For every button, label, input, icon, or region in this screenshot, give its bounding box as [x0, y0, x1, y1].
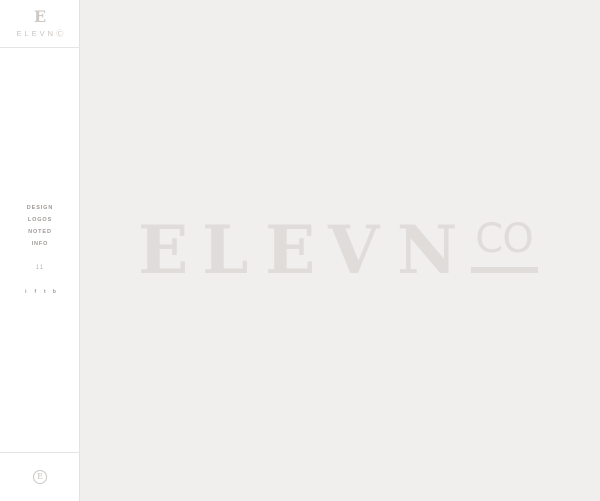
main-nav: DESIGN LOGOS NOTED INFO [0, 202, 80, 250]
brand-logo[interactable]: E ELEVNⒸ [0, 0, 80, 48]
hero-co-underline [471, 267, 538, 273]
brand-mark: E [33, 7, 47, 26]
sidebar: E ELEVNⒸ DESIGN LOGOS NOTED INFO 11 i f … [0, 0, 80, 501]
instagram-icon[interactable]: i [22, 289, 30, 295]
hero-letter-e1: E [138, 211, 189, 289]
hero-letter-v: V [328, 211, 380, 289]
twitter-icon[interactable]: t [41, 289, 49, 295]
hero-letter-n: N [397, 211, 458, 289]
social-links: i f t b [0, 289, 80, 295]
sidebar-footer: E [0, 452, 80, 501]
nav-item-logos[interactable]: LOGOS [0, 214, 80, 226]
footer-logo-badge[interactable]: E [33, 470, 47, 484]
brand-wordmark: ELEVNⒸ [16, 29, 67, 38]
eleven-mark: 11 [35, 265, 45, 271]
behance-icon[interactable]: b [50, 289, 58, 295]
nav-item-noted[interactable]: NOTED [0, 226, 80, 238]
nav-item-info[interactable]: INFO [0, 238, 80, 250]
nav-item-design[interactable]: DESIGN [0, 202, 80, 214]
hero-co: CO [475, 216, 533, 262]
hero-letter-e2: E [265, 211, 316, 289]
facebook-icon[interactable]: f [31, 289, 39, 295]
hero-logo: E L E V N CO [138, 211, 540, 289]
hero-letter-l: L [202, 211, 249, 289]
